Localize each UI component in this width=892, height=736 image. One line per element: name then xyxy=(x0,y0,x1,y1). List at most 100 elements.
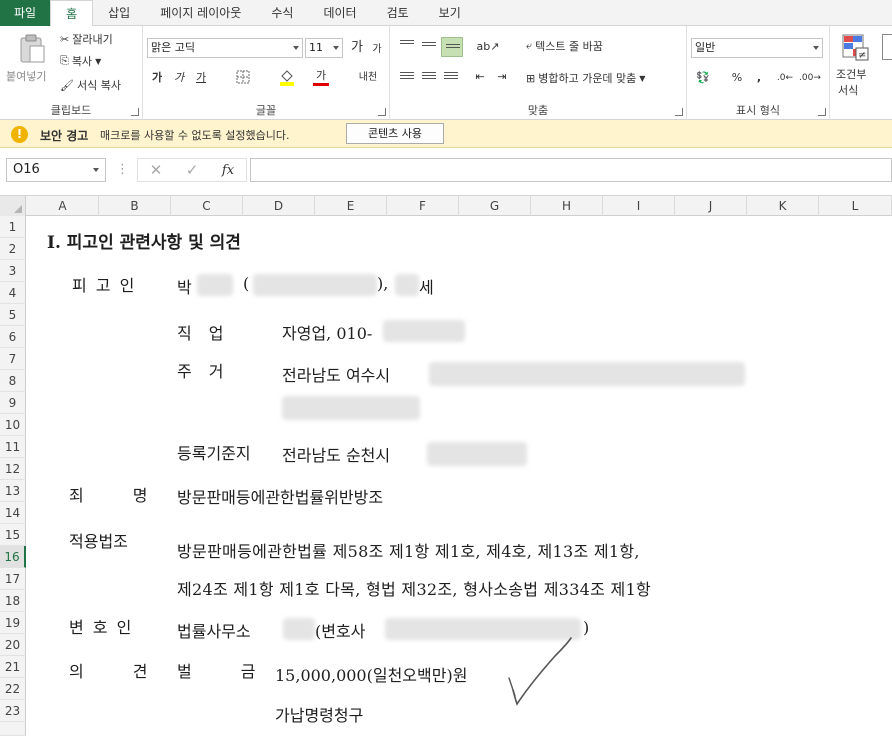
orientation-icon[interactable]: ab↗ xyxy=(476,39,500,55)
row-header[interactable]: 17 xyxy=(0,568,26,590)
tab-view[interactable]: 보기 xyxy=(424,0,476,26)
alignment-launcher-icon[interactable] xyxy=(675,108,683,116)
cancel-icon[interactable]: ✕ xyxy=(138,161,174,179)
decrease-indent-icon[interactable]: ⇤ xyxy=(472,69,488,85)
row-header[interactable]: 3 xyxy=(0,260,26,282)
column-header[interactable]: L xyxy=(819,196,892,216)
decrease-decimal-icon[interactable]: .00→ xyxy=(799,70,821,86)
number-format-combo[interactable]: 일반 xyxy=(691,38,823,58)
row-header-selected[interactable]: 16 xyxy=(0,546,26,568)
alignment-group-label: 맞춤 xyxy=(527,104,549,117)
font-name-combo[interactable]: 맑은 고딕 xyxy=(147,38,303,58)
font-size-combo[interactable]: 11 xyxy=(305,38,343,58)
name-box[interactable]: O16 xyxy=(6,158,106,182)
column-header[interactable]: I xyxy=(603,196,675,216)
format-table-icon[interactable] xyxy=(882,34,892,60)
phonetic-button[interactable]: 내천 xyxy=(357,70,379,86)
align-middle-icon[interactable] xyxy=(422,42,436,52)
paste-button[interactable]: 붙여넣기 xyxy=(6,68,46,84)
row-header[interactable]: 6 xyxy=(0,326,26,348)
align-right-icon[interactable] xyxy=(444,72,458,82)
underline-button[interactable]: 가 xyxy=(193,70,209,86)
select-all-corner[interactable] xyxy=(0,196,26,216)
row-header[interactable]: 4 xyxy=(0,282,26,304)
align-bottom-button[interactable] xyxy=(441,37,463,57)
row-header[interactable]: 5 xyxy=(0,304,26,326)
conditional-format-icon[interactable]: ≠ xyxy=(842,34,870,62)
column-header[interactable]: F xyxy=(387,196,459,216)
insert-function-button[interactable]: fx xyxy=(210,163,246,178)
column-header[interactable]: H xyxy=(531,196,603,216)
fill-color-icon[interactable] xyxy=(279,68,295,86)
row-header[interactable]: 21 xyxy=(0,656,26,678)
row-header[interactable]: 19 xyxy=(0,612,26,634)
row-header[interactable]: 20 xyxy=(0,634,26,656)
row-header[interactable]: 23 xyxy=(0,700,26,722)
column-header[interactable]: G xyxy=(459,196,531,216)
column-header[interactable]: A xyxy=(27,196,99,216)
tab-data[interactable]: 데이터 xyxy=(308,0,371,26)
column-header[interactable]: J xyxy=(675,196,747,216)
column-headers: A B C D E F G H I J K L xyxy=(0,196,892,216)
redacted-id xyxy=(253,274,377,296)
cut-button[interactable]: ✂ 잘라내기 xyxy=(60,31,113,47)
security-warning-bar: ! 보안 경고 매크로를 사용할 수 없도록 설정했습니다. 콘텐츠 사용 xyxy=(0,120,892,148)
row-header[interactable]: 13 xyxy=(0,480,26,502)
column-header[interactable]: E xyxy=(315,196,387,216)
tab-review[interactable]: 검토 xyxy=(372,0,424,26)
redacted-firm xyxy=(283,618,315,640)
row-header[interactable]: 10 xyxy=(0,414,26,436)
copy-button[interactable]: ⎘ 복사 ▼ xyxy=(60,53,101,69)
currency-icon[interactable]: 💱 xyxy=(695,70,711,86)
align-top-icon[interactable] xyxy=(400,40,414,50)
row-header[interactable]: 1 xyxy=(0,216,26,238)
row-header[interactable]: 7 xyxy=(0,348,26,370)
bold-button[interactable]: 가 xyxy=(149,70,165,86)
row-header[interactable]: 15 xyxy=(0,524,26,546)
font-launcher-icon[interactable] xyxy=(378,108,386,116)
row-header[interactable]: 12 xyxy=(0,458,26,480)
align-left-icon[interactable] xyxy=(400,72,414,82)
column-header[interactable]: B xyxy=(99,196,171,216)
grow-font-button[interactable]: 가 xyxy=(349,40,365,56)
merge-center-button[interactable]: ⊞ 병합하고 가운데 맞춤 ▼ xyxy=(526,70,645,86)
row-header[interactable]: 11 xyxy=(0,436,26,458)
conditional-format-button[interactable]: 조건부 xyxy=(836,66,866,82)
tab-formulas[interactable]: 수식 xyxy=(256,0,308,26)
chevron-down-icon: ▼ xyxy=(639,73,646,83)
increase-decimal-icon[interactable]: .0← xyxy=(775,70,795,86)
row-header[interactable]: 2 xyxy=(0,238,26,260)
wrap-text-button[interactable]: ⤶ 텍스트 줄 바꿈 xyxy=(526,38,603,54)
row-header[interactable]: 18 xyxy=(0,590,26,612)
font-color-button[interactable]: 가 xyxy=(313,68,329,86)
percent-button[interactable]: % xyxy=(729,70,745,86)
tab-home[interactable]: 홈 xyxy=(50,0,94,27)
shrink-font-button[interactable]: 가 xyxy=(369,42,385,58)
italic-button[interactable]: 가 xyxy=(171,70,187,86)
embedded-document-image[interactable]: Ⅰ. 피고인 관련사항 및 의견 피 고 인 박 ( ), 세 직 업 자영업,… xyxy=(27,216,892,736)
border-icon[interactable] xyxy=(235,70,251,86)
row-header[interactable]: 14 xyxy=(0,502,26,524)
address-value: 전라남도 여수시 xyxy=(282,366,391,385)
redacted-name xyxy=(197,274,233,296)
tab-page-layout[interactable]: 페이지 레이아웃 xyxy=(145,0,256,26)
align-center-icon[interactable] xyxy=(422,72,436,82)
row-header[interactable]: 9 xyxy=(0,392,26,414)
column-header[interactable]: C xyxy=(171,196,243,216)
paste-icon[interactable] xyxy=(18,34,46,64)
enable-content-button[interactable]: 콘텐츠 사용 xyxy=(346,123,444,144)
tab-file[interactable]: 파일 xyxy=(0,0,51,26)
column-header[interactable]: D xyxy=(243,196,315,216)
clipboard-launcher-icon[interactable] xyxy=(131,108,139,116)
chevron-down-icon xyxy=(333,46,339,50)
check-icon[interactable]: ✓ xyxy=(174,161,210,179)
formula-input[interactable] xyxy=(250,158,892,182)
column-header[interactable]: K xyxy=(747,196,819,216)
comma-button[interactable]: , xyxy=(751,70,767,86)
increase-indent-icon[interactable]: ⇥ xyxy=(494,69,510,85)
format-painter-button[interactable]: 🖌 서식 복사 xyxy=(60,77,121,93)
number-launcher-icon[interactable] xyxy=(818,108,826,116)
tab-insert[interactable]: 삽입 xyxy=(93,0,145,26)
row-header[interactable]: 22 xyxy=(0,678,26,700)
row-header[interactable]: 8 xyxy=(0,370,26,392)
